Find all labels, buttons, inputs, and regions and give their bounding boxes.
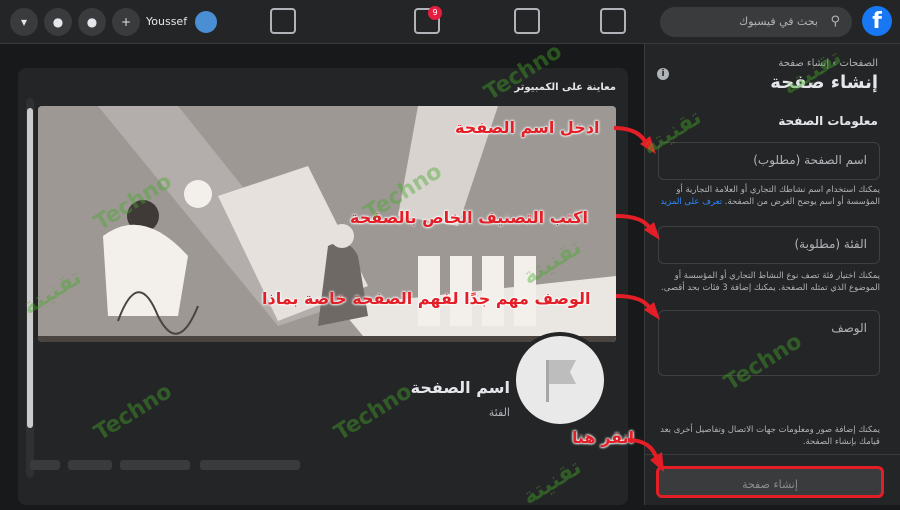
page-name-field[interactable]: اسم الصفحة (مطلوب)	[658, 142, 880, 180]
scrollbar-thumb[interactable]	[27, 108, 33, 428]
flag-icon	[546, 360, 576, 402]
user-name: Youssef	[146, 15, 188, 28]
preview-tab	[120, 460, 190, 470]
preview-tab	[30, 460, 60, 470]
bell-icon[interactable]: ●	[44, 8, 72, 36]
messenger-icon[interactable]: ●	[78, 8, 106, 36]
notification-badge: 9	[428, 6, 442, 20]
arrow-icon	[627, 438, 664, 472]
preview-title: معاينة على الكمبيوتر	[514, 82, 616, 93]
marketplace-icon[interactable]	[270, 8, 296, 34]
arrow-icon	[615, 214, 660, 240]
flag-icon[interactable]	[514, 8, 540, 34]
category-annotation: اكتب التصنيف الخاص بالصفحة	[350, 208, 588, 227]
page-name-help: يمكنك استخدام اسم نشاطك التجاري أو العلا…	[658, 184, 880, 208]
facebook-logo[interactable]: f	[862, 6, 892, 36]
preview-page-name: اسم الصفحة	[410, 378, 510, 397]
profile-picture-placeholder	[512, 332, 608, 428]
avatar	[194, 11, 217, 33]
preview-tab	[200, 460, 300, 470]
create-page-sidebar: الصفحات › إنشاء صفحة إنشاء صفحة i معلوما…	[644, 44, 900, 505]
description-placeholder: الوصف	[831, 321, 867, 335]
home-icon[interactable]	[600, 8, 626, 34]
category-field[interactable]: الفئة (مطلوبة)	[658, 226, 880, 264]
learn-more-link[interactable]: تعرف على المزيد	[660, 197, 722, 207]
preview-tab	[68, 460, 112, 470]
search-icon: ⚲	[830, 14, 840, 29]
top-navigation-bar: f ⚲ بحث في فيسبوك 9 Youssef + ● ● ▾	[0, 0, 900, 44]
category-placeholder: الفئة (مطلوبة)	[794, 237, 867, 251]
section-heading: معلومات الصفحة	[778, 114, 878, 128]
preview-page-category: الفئة	[488, 406, 510, 419]
account-menu-icon[interactable]: ▾	[10, 8, 38, 36]
preview-tabs	[28, 460, 618, 472]
divider	[644, 454, 900, 455]
category-help: يمكنك اختيار فئة تصف نوع النشاط التجاري …	[661, 271, 880, 293]
footer-help: يمكنك إضافة صور ومعلومات جهات الاتصال وت…	[660, 425, 880, 447]
profile-shortcut[interactable]: Youssef	[146, 10, 217, 34]
description-field[interactable]: الوصف	[658, 310, 880, 376]
page-name-placeholder: اسم الصفحة (مطلوب)	[753, 153, 867, 167]
create-page-button[interactable]: إنشاء صفحة	[656, 466, 884, 498]
search-input[interactable]: ⚲ بحث في فيسبوك	[660, 7, 852, 37]
plus-icon[interactable]: +	[112, 8, 140, 36]
breadcrumb: الصفحات › إنشاء صفحة	[778, 58, 878, 69]
arrow-icon	[615, 294, 660, 320]
description-annotation: الوصف مهم جدًا لفهم الصفحة خاصة بماذا	[262, 289, 591, 308]
page-title: إنشاء صفحة	[770, 72, 878, 93]
name-annotation: ادخل اسم الصفحة	[455, 118, 600, 137]
scrollbar[interactable]	[26, 98, 34, 478]
info-icon[interactable]: i	[657, 68, 669, 80]
arrow-icon	[613, 126, 656, 154]
search-placeholder: بحث في فيسبوك	[739, 15, 818, 28]
